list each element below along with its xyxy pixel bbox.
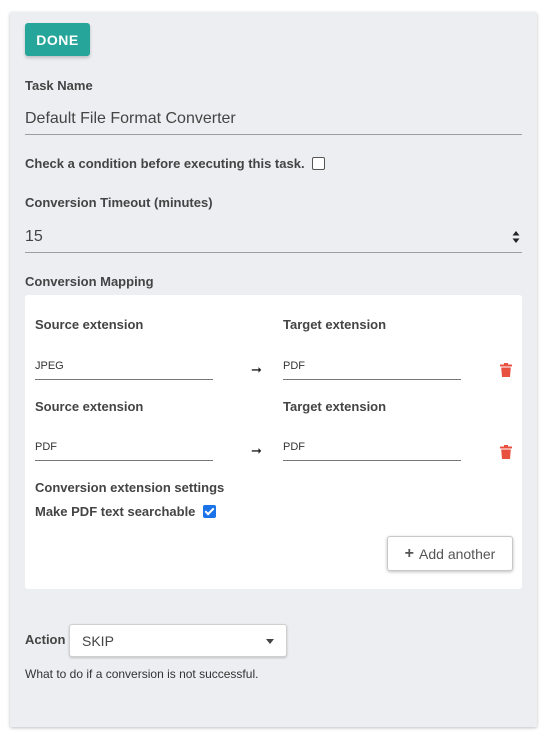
arrow-right-icon: ➞ [251, 362, 262, 377]
stepper-icon[interactable] [512, 230, 520, 244]
plus-icon: + [404, 544, 415, 562]
action-select[interactable]: SKIP [69, 624, 287, 657]
source-extension-input[interactable]: PDF [35, 434, 213, 461]
task-name-label: Task Name [25, 78, 93, 93]
add-another-button[interactable]: + Add another [387, 536, 513, 571]
settings-label: Conversion extension settings [35, 480, 225, 495]
trash-icon[interactable] [500, 363, 512, 377]
searchable-row: Make PDF text searchable [35, 504, 217, 519]
condition-label: Check a condition before executing this … [25, 156, 305, 171]
mapping-card: Source extension Target extension JPEG ➞… [25, 295, 522, 589]
source-extension-label: Source extension [35, 317, 144, 332]
timeout-value: 15 [25, 228, 43, 245]
target-extension-value: PDF [283, 360, 305, 372]
action-selected-value: SKIP [82, 632, 114, 649]
source-extension-input[interactable]: JPEG [35, 353, 213, 380]
searchable-label: Make PDF text searchable [35, 504, 196, 519]
target-extension-label: Target extension [283, 317, 387, 332]
trash-icon[interactable] [500, 445, 512, 459]
task-panel: DONE Task Name Default File Format Conve… [10, 12, 537, 727]
chevron-down-icon [266, 639, 274, 644]
source-extension-label: Source extension [35, 399, 144, 414]
add-another-label: Add another [419, 545, 496, 562]
action-label: Action [25, 632, 66, 647]
target-extension-input[interactable]: PDF [283, 353, 461, 380]
searchable-checkbox[interactable] [203, 505, 217, 519]
source-extension-value: PDF [35, 441, 57, 453]
timeout-label: Conversion Timeout (minutes) [25, 195, 213, 210]
action-help-text: What to do if a conversion is not succes… [25, 667, 259, 681]
target-extension-label: Target extension [283, 399, 387, 414]
arrow-right-icon: ➞ [251, 443, 262, 458]
task-name-input[interactable]: Default File Format Converter [25, 104, 522, 135]
mapping-label: Conversion Mapping [25, 274, 154, 289]
target-extension-value: PDF [283, 441, 305, 453]
timeout-input[interactable]: 15 [25, 222, 522, 253]
task-name-value: Default File Format Converter [25, 110, 236, 127]
condition-row: Check a condition before executing this … [25, 156, 326, 171]
condition-checkbox[interactable] [312, 157, 326, 171]
target-extension-input[interactable]: PDF [283, 434, 461, 461]
source-extension-value: JPEG [35, 360, 64, 372]
done-button[interactable]: DONE [25, 23, 90, 56]
